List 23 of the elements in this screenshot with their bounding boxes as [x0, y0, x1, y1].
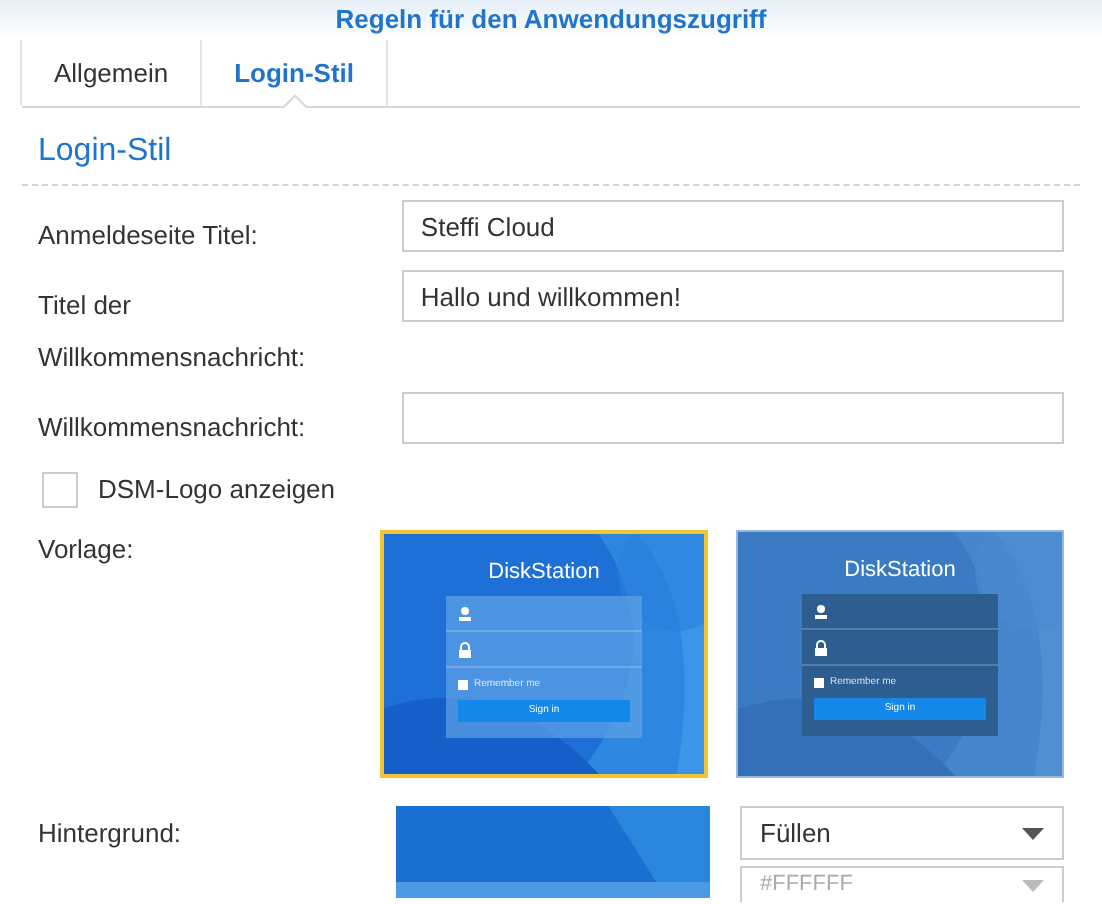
- caret-icon: [1022, 827, 1044, 839]
- field-label: Hintergrund:: [38, 816, 184, 852]
- tab[interactable]: Login-Stil: [200, 40, 389, 106]
- field-label: Anmeldeseite Titel:: [38, 218, 260, 254]
- text-field[interactable]: Steffi Cloud: [402, 200, 1064, 252]
- brand-title: DiskStation: [488, 562, 600, 584]
- text-field[interactable]: [402, 392, 1064, 444]
- caret-icon: [1022, 879, 1044, 891]
- user-icon: [814, 603, 828, 619]
- field-label: Willkommensnachricht:: [38, 410, 308, 446]
- field-label: Vorlage:: [38, 532, 136, 568]
- checkbox-label: DSM-Logo anzeigen: [98, 472, 336, 509]
- field-label: Titel der Willkommensnachricht:: [38, 288, 308, 376]
- lock-icon: [814, 639, 828, 655]
- text-field[interactable]: Hallo und willkommen!: [402, 270, 1064, 322]
- fill-mode-dropdown[interactable]: Füllen: [740, 806, 1064, 860]
- lock-icon: [458, 641, 472, 657]
- checkbox[interactable]: [42, 472, 78, 508]
- section-heading: Login-Stil: [38, 134, 172, 168]
- tab[interactable]: Allgemein: [20, 40, 203, 106]
- brand-title: DiskStation: [844, 560, 956, 582]
- window-title: Regeln für den Anwendungszugriff: [335, 2, 767, 39]
- user-icon: [458, 605, 472, 621]
